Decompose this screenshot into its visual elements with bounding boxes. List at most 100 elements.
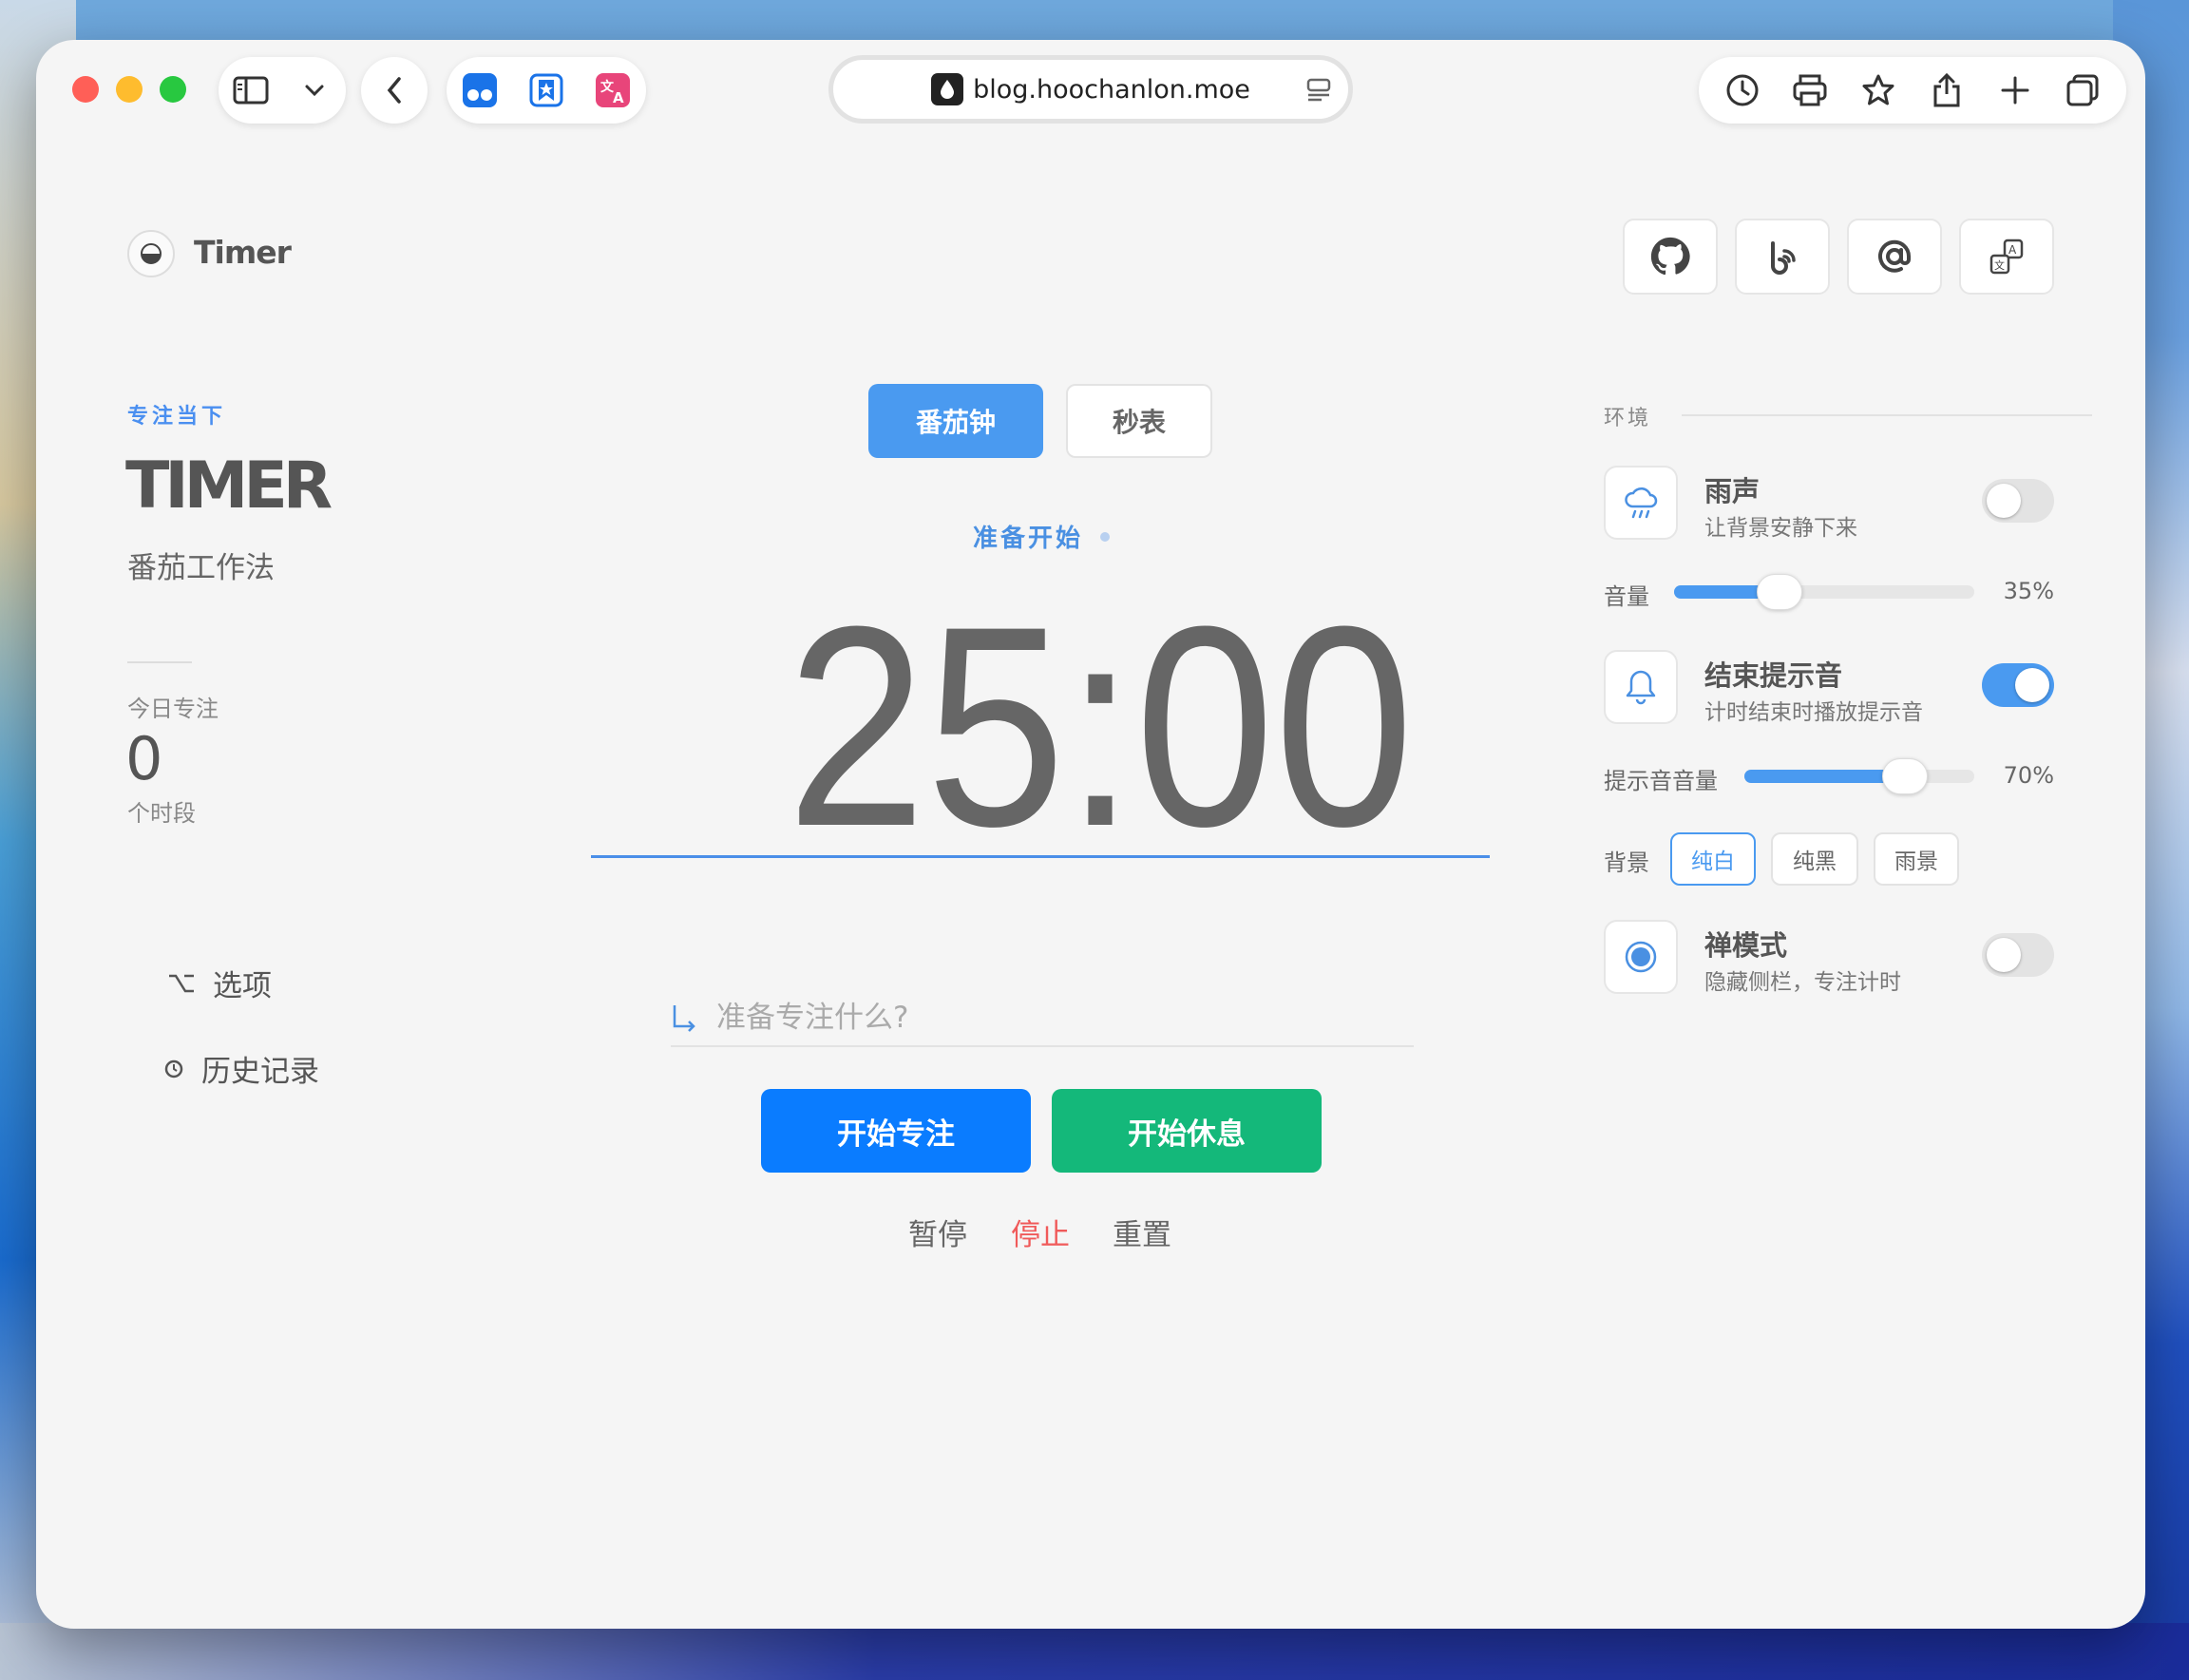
timer-logo	[127, 230, 175, 277]
sidebar-title: TIMER	[125, 449, 333, 524]
section-divider	[1682, 414, 2092, 416]
logo-text: Timer	[194, 234, 292, 271]
sidebar-icon[interactable]	[226, 66, 276, 115]
svg-text:文: 文	[1994, 258, 2005, 272]
timer-minutes: 25	[787, 610, 1065, 848]
tab-stopwatch[interactable]: 秒表	[1066, 384, 1212, 458]
tab-pomodoro[interactable]: 番茄钟	[868, 384, 1043, 458]
github-button[interactable]	[1623, 219, 1718, 295]
rain-title: 雨声	[1704, 475, 1761, 507]
alert-volume-label: 提示音音量	[1604, 768, 1718, 794]
volume-slider[interactable]	[1674, 574, 1974, 610]
bilibili-icon	[1771, 241, 1796, 275]
traffic-lights	[72, 76, 186, 103]
email-at-icon	[1878, 239, 1912, 273]
rain-tile	[1604, 466, 1678, 540]
stop-button[interactable]: 停止	[1011, 1211, 1070, 1253]
task-input[interactable]	[716, 1001, 1381, 1035]
pause-button[interactable]: 暂停	[908, 1211, 967, 1253]
timer-seconds: 00	[1135, 610, 1414, 848]
extension-dots-icon[interactable]	[455, 66, 504, 115]
extensions-group: 文A	[447, 57, 646, 124]
bell-icon	[1626, 670, 1656, 705]
bookmark-star-extension-icon[interactable]	[522, 66, 571, 115]
status-text: 准备开始	[973, 525, 1084, 553]
translate-extension-icon[interactable]: 文A	[588, 66, 638, 115]
background-label: 背景	[1604, 850, 1649, 876]
cloud-rain-icon	[1625, 487, 1658, 519]
half-circle-icon	[141, 243, 162, 264]
sidebar-subtitle: 番茄工作法	[127, 551, 275, 585]
timer-progress-bar	[591, 855, 1490, 858]
github-icon	[1650, 237, 1690, 276]
sidebar-toggle-group	[219, 57, 346, 124]
volume-label: 音量	[1604, 583, 1649, 610]
star-bookmark-icon[interactable]	[1854, 66, 1903, 115]
sidebar-item-options[interactable]: 选项	[167, 962, 272, 1004]
timer-digits: 25:00	[787, 610, 1414, 848]
reader-mode-icon[interactable]	[1306, 77, 1331, 102]
today-focus-count: 0	[125, 724, 163, 793]
alert-volume-slider-thumb[interactable]	[1882, 758, 1929, 794]
radio-target-icon	[1625, 941, 1657, 973]
back-button[interactable]	[361, 57, 428, 124]
zen-desc: 隐藏侧栏，专注计时	[1704, 970, 1901, 995]
today-focus-label: 今日专注	[127, 696, 219, 722]
sidebar-item-history[interactable]: 历史记录	[163, 1047, 319, 1090]
email-button[interactable]	[1847, 219, 1942, 295]
start-break-button[interactable]: 开始休息	[1052, 1089, 1322, 1173]
volume-slider-thumb[interactable]	[1756, 574, 1802, 610]
zoom-window-button[interactable]	[160, 76, 186, 103]
rain-toggle[interactable]	[1982, 479, 2054, 523]
rain-desc: 让背景安静下来	[1704, 516, 1857, 541]
start-focus-button[interactable]: 开始专注	[761, 1089, 1031, 1173]
toggle-knob	[2015, 668, 2049, 702]
desktop-wallpaper-bottom	[0, 1623, 2189, 1680]
print-icon[interactable]	[1785, 66, 1835, 115]
svg-text:A: A	[2008, 243, 2017, 257]
background-option-rain[interactable]: 雨景	[1874, 832, 1959, 886]
svg-text:A: A	[613, 89, 624, 106]
toolbar-actions	[1699, 57, 2126, 124]
new-tab-plus-icon[interactable]	[1990, 66, 2040, 115]
timer-progress-fill	[591, 855, 1490, 858]
minimize-window-button[interactable]	[116, 76, 143, 103]
alert-tile	[1604, 650, 1678, 724]
bilibili-button[interactable]	[1735, 219, 1830, 295]
timer-status: 准备开始	[973, 519, 1111, 554]
alert-title: 结束提示音	[1704, 659, 1843, 692]
site-favicon-icon	[931, 73, 964, 105]
share-icon[interactable]	[1922, 66, 1971, 115]
timer-display: 25:00	[787, 610, 1414, 848]
return-arrow-icon	[673, 1005, 695, 1032]
alert-volume-value: 70%	[2003, 762, 2054, 789]
environment-section-label: 环境	[1604, 407, 1652, 430]
reset-button[interactable]: 重置	[1113, 1211, 1171, 1253]
chevron-left-icon	[370, 66, 419, 115]
alert-volume-slider[interactable]	[1744, 758, 1974, 794]
translate-button[interactable]: A文	[1959, 219, 2054, 295]
zen-tile	[1604, 920, 1678, 994]
sidebar-item-label: 选项	[213, 969, 272, 1003]
sidebar-eyebrow: 专注当下	[127, 405, 227, 429]
translate-icon: A文	[1989, 239, 2024, 275]
today-focus-unit: 个时段	[127, 800, 196, 827]
history-clock-icon[interactable]	[1718, 66, 1767, 115]
sidebar-divider	[127, 661, 192, 663]
alert-volume-slider-fill	[1744, 770, 1906, 783]
zen-title: 禅模式	[1704, 929, 1788, 962]
zen-toggle[interactable]	[1982, 933, 2054, 977]
background-option-black[interactable]: 纯黑	[1771, 832, 1858, 886]
chevron-down-icon[interactable]	[290, 66, 339, 115]
close-window-button[interactable]	[72, 76, 99, 103]
background-option-white[interactable]: 纯白	[1670, 832, 1756, 886]
browser-toolbar: 文A blog.hoochanlon.moe	[36, 40, 2145, 163]
sidebar-item-label: 历史记录	[201, 1055, 319, 1089]
address-bar[interactable]: blog.hoochanlon.moe	[828, 55, 1353, 124]
alert-desc: 计时结束时播放提示音	[1704, 700, 1923, 725]
alert-toggle[interactable]	[1982, 663, 2054, 707]
tab-overview-icon[interactable]	[2058, 66, 2107, 115]
task-input-row	[671, 990, 1414, 1047]
toggle-knob	[1987, 938, 2021, 972]
url-text: blog.hoochanlon.moe	[973, 74, 1250, 105]
